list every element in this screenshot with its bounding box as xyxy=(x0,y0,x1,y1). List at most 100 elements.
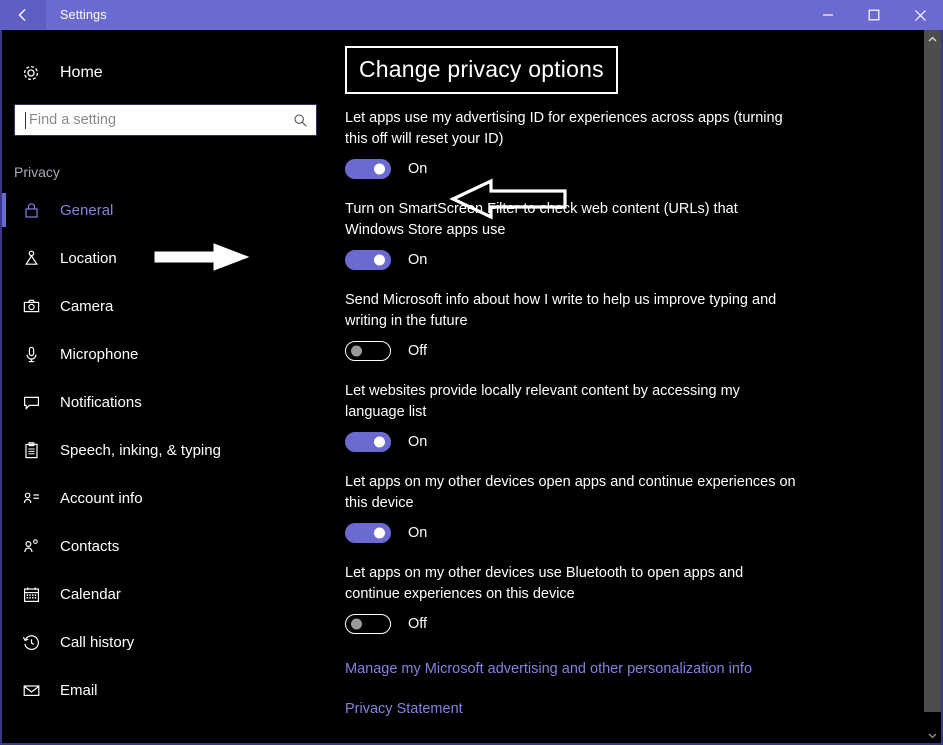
continue-experiences-toggle[interactable] xyxy=(345,523,391,543)
search-icon[interactable] xyxy=(293,113,308,128)
sidebar-item-label: Account info xyxy=(60,489,143,507)
setting-bluetooth-experiences: Let apps on my other devices use Bluetoo… xyxy=(345,563,919,634)
toggle-knob xyxy=(374,436,385,448)
toggle-knob xyxy=(351,618,362,630)
home-label: Home xyxy=(60,64,103,81)
sidebar-item-label: Email xyxy=(60,681,98,699)
camera-icon xyxy=(14,297,48,316)
toggle-row: On xyxy=(345,159,919,179)
sidebar-item-call-history[interactable]: Call history xyxy=(2,618,331,666)
search-box[interactable] xyxy=(14,104,317,136)
sidebar-section-label: Privacy xyxy=(14,164,60,180)
toggle-knob xyxy=(374,163,385,175)
sidebar-nav-list: General Location Camera Microphone Notif… xyxy=(2,186,331,714)
toggle-knob xyxy=(374,254,385,266)
advertising-id-toggle[interactable] xyxy=(345,159,391,179)
window-title: Settings xyxy=(60,8,107,22)
vertical-scrollbar[interactable] xyxy=(919,30,941,743)
setting-smartscreen-filter: Turn on SmartScreen Filter to check web … xyxy=(345,199,919,270)
privacy-statement-link-row: Privacy Statement xyxy=(345,700,919,718)
chevron-up-icon xyxy=(928,30,937,48)
toggle-state-label: On xyxy=(408,434,428,450)
sidebar-item-home[interactable]: Home xyxy=(2,52,331,94)
text-caret xyxy=(25,111,26,129)
envelope-icon xyxy=(14,681,48,700)
lock-icon xyxy=(14,201,48,220)
manage-advertising-link-row: Manage my Microsoft advertising and othe… xyxy=(345,660,919,678)
typing-writing-info-toggle[interactable] xyxy=(345,341,391,361)
bluetooth-experiences-toggle[interactable] xyxy=(345,614,391,634)
titlebar-drag-area xyxy=(107,0,805,30)
main-content: Change privacy options Let apps use my a… xyxy=(331,30,919,743)
close-icon xyxy=(914,9,927,22)
sidebar-item-label: Contacts xyxy=(60,537,120,555)
calendar-icon xyxy=(14,585,48,604)
toggle-state-label: Off xyxy=(408,343,428,359)
window-controls xyxy=(805,0,943,30)
setting-description: Let websites provide locally relevant co… xyxy=(345,383,740,420)
sidebar-item-account-info[interactable]: Account info xyxy=(2,474,331,522)
sidebar-item-email[interactable]: Email xyxy=(2,666,331,714)
toggle-state-label: On xyxy=(408,252,428,268)
setting-advertising-id: Let apps use my advertising ID for exper… xyxy=(345,108,919,179)
heading-highlight-box: Change privacy options xyxy=(345,46,618,94)
minimize-button[interactable] xyxy=(805,0,851,30)
setting-description: Send Microsoft info about how I write to… xyxy=(345,292,777,329)
back-button[interactable] xyxy=(0,0,46,30)
back-arrow-icon xyxy=(14,6,32,24)
microphone-icon xyxy=(14,345,48,364)
privacy-statement-link[interactable]: Privacy Statement xyxy=(345,701,463,717)
search-input[interactable] xyxy=(29,112,293,128)
sidebar-item-calendar[interactable]: Calendar xyxy=(2,570,331,618)
scrollbar-thumb[interactable] xyxy=(924,30,941,712)
setting-description: Let apps on my other devices use Bluetoo… xyxy=(345,565,744,602)
setting-continue-experiences: Let apps on my other devices open apps a… xyxy=(345,472,919,543)
sidebar-item-label: Microphone xyxy=(60,345,139,363)
setting-description: Let apps on my other devices open apps a… xyxy=(345,474,796,511)
scroll-up-button[interactable] xyxy=(924,30,941,47)
sidebar-item-speech-inking-typing[interactable]: Speech, inking, & typing xyxy=(2,426,331,474)
toggle-state-label: On xyxy=(408,525,428,541)
sidebar-item-label: Camera xyxy=(60,297,114,315)
setting-typing-writing-info: Send Microsoft info about how I write to… xyxy=(345,290,919,361)
setting-language-list: Let websites provide locally relevant co… xyxy=(345,381,919,452)
toggle-knob xyxy=(351,345,362,357)
account-info-icon xyxy=(14,489,48,508)
sidebar-item-notifications[interactable]: Notifications xyxy=(2,378,331,426)
smartscreen-filter-toggle[interactable] xyxy=(345,250,391,270)
toggle-row: On xyxy=(345,250,919,270)
toggle-state-label: On xyxy=(408,161,428,177)
sidebar-item-microphone[interactable]: Microphone xyxy=(2,330,331,378)
maximize-button[interactable] xyxy=(851,0,897,30)
toggle-row: Off xyxy=(345,341,919,361)
page-title: Change privacy options xyxy=(359,56,604,82)
scroll-down-button[interactable] xyxy=(924,726,941,743)
clipboard-icon xyxy=(14,441,48,460)
sidebar-item-camera[interactable]: Camera xyxy=(2,282,331,330)
close-button[interactable] xyxy=(897,0,943,30)
toggle-state-label: Off xyxy=(408,616,428,632)
maximize-icon xyxy=(868,9,880,21)
sidebar-item-general[interactable]: General xyxy=(2,186,331,234)
setting-description: Let apps use my advertising ID for exper… xyxy=(345,110,783,147)
language-list-toggle[interactable] xyxy=(345,432,391,452)
gear-icon xyxy=(14,63,48,83)
toggle-knob xyxy=(374,527,385,539)
privacy-settings-list: Let apps use my advertising ID for exper… xyxy=(331,94,919,718)
window-body: Home Privacy xyxy=(0,30,943,745)
toggle-row: Off xyxy=(345,614,919,634)
setting-description: Turn on SmartScreen Filter to check web … xyxy=(345,201,738,238)
sidebar-item-label: Calendar xyxy=(60,585,121,603)
sidebar-item-location[interactable]: Location xyxy=(2,234,331,282)
minimize-icon xyxy=(822,9,834,21)
sidebar-item-contacts[interactable]: Contacts xyxy=(2,522,331,570)
speech-bubble-icon xyxy=(14,393,48,412)
sidebar-item-label: Location xyxy=(60,249,117,267)
sidebar: Home Privacy xyxy=(2,30,331,743)
manage-advertising-link[interactable]: Manage my Microsoft advertising and othe… xyxy=(345,661,752,677)
sidebar-item-label: Notifications xyxy=(60,393,142,411)
title-bar: Settings xyxy=(0,0,943,30)
clock-history-icon xyxy=(14,633,48,652)
settings-window: Settings Home Find a setting Privacy Gen… xyxy=(0,0,943,745)
chevron-down-icon xyxy=(928,726,937,744)
